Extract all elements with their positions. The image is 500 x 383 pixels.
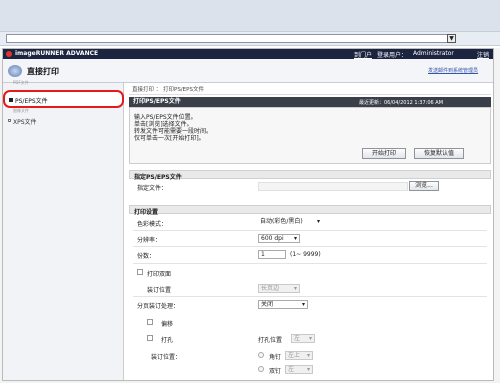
punch-position-label: 打孔位置 <box>258 337 283 344</box>
login-user-label: 登录用户： <box>377 52 408 59</box>
browser-toolbar <box>0 0 500 32</box>
brand-name: imageRUNNER ADVANCE <box>15 50 99 57</box>
staple-label: 装订位置： <box>151 354 182 361</box>
chevron-down-icon: ▾ <box>293 235 297 242</box>
bullet-icon <box>9 98 13 102</box>
breadcrumb-divider <box>129 94 491 95</box>
email-admin-link[interactable]: 发送邮件到系统管理员 <box>428 67 478 74</box>
copies-label: 份数： <box>137 253 156 260</box>
double-staple-select[interactable]: 左 ▾ <box>285 365 313 374</box>
chevron-down-icon: ▾ <box>316 218 320 225</box>
offset-checkbox[interactable] <box>147 319 153 325</box>
last-updated: 最近更新：06/04/2012 1:37:06 AM <box>359 100 444 106</box>
resolution-select[interactable]: 600 dpi ▾ <box>258 234 300 243</box>
address-dropdown-button[interactable]: ▼ <box>447 34 456 43</box>
chevron-down-icon: ▾ <box>308 335 312 342</box>
file-label: 指定文件： <box>137 185 168 192</box>
browse-button[interactable]: 浏览... <box>409 181 439 191</box>
username: Administrator <box>413 50 454 57</box>
corner-staple-radio[interactable] <box>258 352 264 358</box>
resolution-label: 分辨率： <box>137 237 162 244</box>
binding-label: 装订位置 <box>147 287 172 294</box>
offset-label: 偏移 <box>161 321 174 328</box>
copies-input[interactable]: 1 <box>258 250 286 259</box>
finishing-label: 分页装订处理： <box>137 303 180 310</box>
sidebar-item-xps[interactable]: XPS文件 <box>5 117 122 126</box>
print-icon <box>8 65 22 77</box>
copies-range: (1~ 9999) <box>290 251 321 258</box>
chevron-down-icon: ▾ <box>306 366 310 373</box>
page-header: 直接打印 发送邮件到系统管理员 <box>3 59 493 83</box>
double-staple-label: 双钉 <box>269 368 282 375</box>
divider <box>133 263 487 264</box>
portal-link[interactable]: 到门户 <box>354 50 372 59</box>
sidebar-item-image[interactable]: 图像文件 <box>5 108 122 115</box>
duplex-label: 打印双面 <box>147 271 172 278</box>
canon-logo-icon <box>6 51 12 57</box>
divider <box>133 296 487 297</box>
sidebar-item-pdf[interactable]: PDF文件 <box>5 80 122 87</box>
page-title: 直接打印 <box>27 67 59 76</box>
punch-position-select[interactable]: 左 ▾ <box>291 334 315 343</box>
logout-link[interactable]: 注销 <box>477 50 489 59</box>
corner-staple-select[interactable]: 左上 ▾ <box>285 351 313 360</box>
restore-default-button[interactable]: 恢复默认值 <box>414 148 464 159</box>
chevron-down-icon: ▾ <box>306 352 310 359</box>
chevron-down-icon: ▾ <box>301 301 305 308</box>
binding-select[interactable]: 长页边 ▾ <box>258 284 300 293</box>
corner-staple-label: 角钉 <box>269 354 282 361</box>
bullet-icon <box>8 119 11 122</box>
divider <box>133 230 487 231</box>
punch-checkbox[interactable] <box>147 335 153 341</box>
file-path-input[interactable] <box>258 182 408 191</box>
color-mode-select[interactable]: 自动(彩色/黑白) ▾ <box>258 218 322 227</box>
instructions-box: 输入PS/EPS文件位置。 单击[浏览]选择文件。 转发文件可能需要一段时间。 … <box>129 107 491 164</box>
breadcrumb: 直接打印 ： 打印PS/EPS文件 <box>132 87 204 93</box>
panel-title: 打印PS/EPS文件 <box>133 98 181 105</box>
sidebar: PDF文件 PS/EPS文件 图像文件 XPS文件 <box>3 80 124 380</box>
finishing-select[interactable]: 关闭 ▾ <box>258 300 308 309</box>
divider <box>133 246 487 247</box>
double-staple-radio[interactable] <box>258 366 264 372</box>
color-mode-label: 色彩模式： <box>137 221 168 228</box>
top-header: imageRUNNER ADVANCE 到门户 登录用户： Administra… <box>3 49 493 59</box>
sidebar-item-ps-eps[interactable]: PS/EPS文件 <box>3 90 124 108</box>
punch-label: 打孔 <box>161 337 174 344</box>
file-section-header: 指定PS/EPS文件 <box>129 170 491 181</box>
chevron-down-icon: ▾ <box>293 285 297 292</box>
instruction-line: 仅可单击一次[开始打印]。 <box>134 135 205 142</box>
duplex-checkbox[interactable] <box>137 269 143 275</box>
main-content: 直接打印 ： 打印PS/EPS文件 打印PS/EPS文件 最近更新：06/04/… <box>125 83 493 380</box>
address-input[interactable] <box>6 34 456 43</box>
print-settings-header: 打印设置 <box>129 205 491 216</box>
start-print-button[interactable]: 开始打印 <box>362 148 406 159</box>
